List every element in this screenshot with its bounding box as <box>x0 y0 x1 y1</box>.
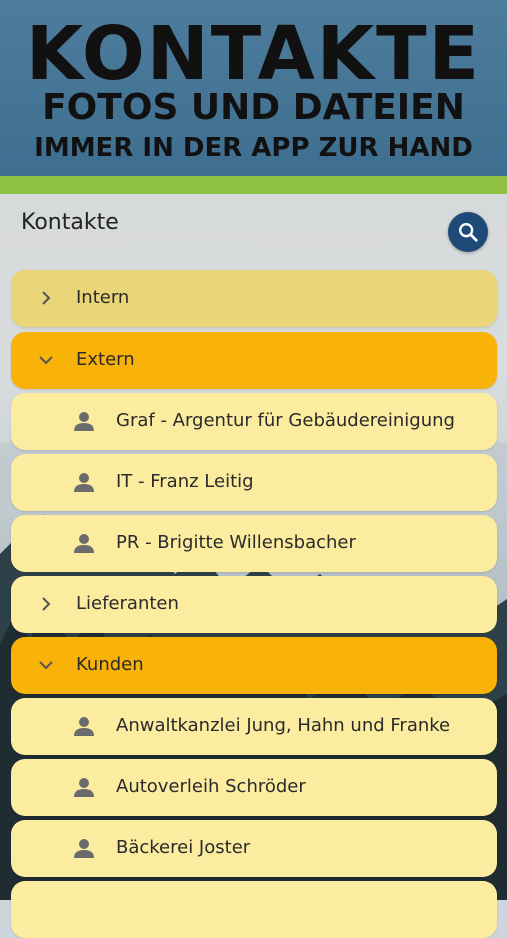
search-button[interactable] <box>448 212 488 252</box>
chevron-down-icon <box>39 356 53 365</box>
contact-row[interactable]: PR - Brigitte Willensbacher <box>11 515 497 572</box>
contact-row[interactable]: IT - Franz Leitig <box>11 454 497 511</box>
contact-name: Autoverleih Schröder <box>116 776 306 797</box>
group-label: Lieferanten <box>76 593 179 614</box>
group-label: Kunden <box>76 654 144 675</box>
accent-strip <box>0 176 507 194</box>
person-icon <box>74 412 94 431</box>
group-row-intern[interactable]: Intern <box>11 270 497 327</box>
contact-name: Anwaltkanzlei Jung, Hahn und Franke <box>116 715 451 736</box>
banner-tagline: IMMER IN DER APP ZUR HAND <box>34 133 473 163</box>
contact-name: Bäckerei Joster <box>116 837 251 858</box>
contact-row[interactable]: Bäckerei Joster <box>11 820 497 877</box>
banner-subline: FOTOS UND DATEIEN <box>42 87 465 128</box>
contact-row[interactable]: Graf - Argentur für Gebäudereinigung <box>11 393 497 450</box>
group-row-lieferanten[interactable]: Lieferanten <box>11 576 497 633</box>
contact-row[interactable]: Autoverleih Schröder <box>11 759 497 816</box>
contact-name: Graf - Argentur für Gebäudereinigung <box>116 410 455 431</box>
person-icon <box>74 473 94 492</box>
contact-name: PR - Brigitte Willensbacher <box>116 532 356 553</box>
contact-row[interactable]: Anwaltkanzlei Jung, Hahn und Franke <box>11 698 497 755</box>
promo-banner: KONTAKTE FOTOS UND DATEIEN IMMER IN DER … <box>0 0 507 176</box>
contact-row[interactable] <box>11 881 497 938</box>
chevron-down-icon <box>39 661 53 670</box>
contact-name: IT - Franz Leitig <box>116 471 254 492</box>
person-icon <box>74 534 94 553</box>
group-label: Intern <box>76 287 130 308</box>
person-icon <box>74 839 94 858</box>
page-title: Kontakte <box>21 210 119 235</box>
chevron-right-icon <box>42 597 51 611</box>
group-row-kunden[interactable]: Kunden <box>11 637 497 694</box>
banner-headline: KONTAKTE <box>25 11 482 97</box>
group-label: Extern <box>76 349 135 370</box>
search-icon <box>459 223 478 242</box>
chevron-right-icon <box>42 291 51 305</box>
group-row-extern[interactable]: Extern <box>11 332 497 389</box>
person-icon <box>74 717 94 736</box>
person-icon <box>74 778 94 797</box>
